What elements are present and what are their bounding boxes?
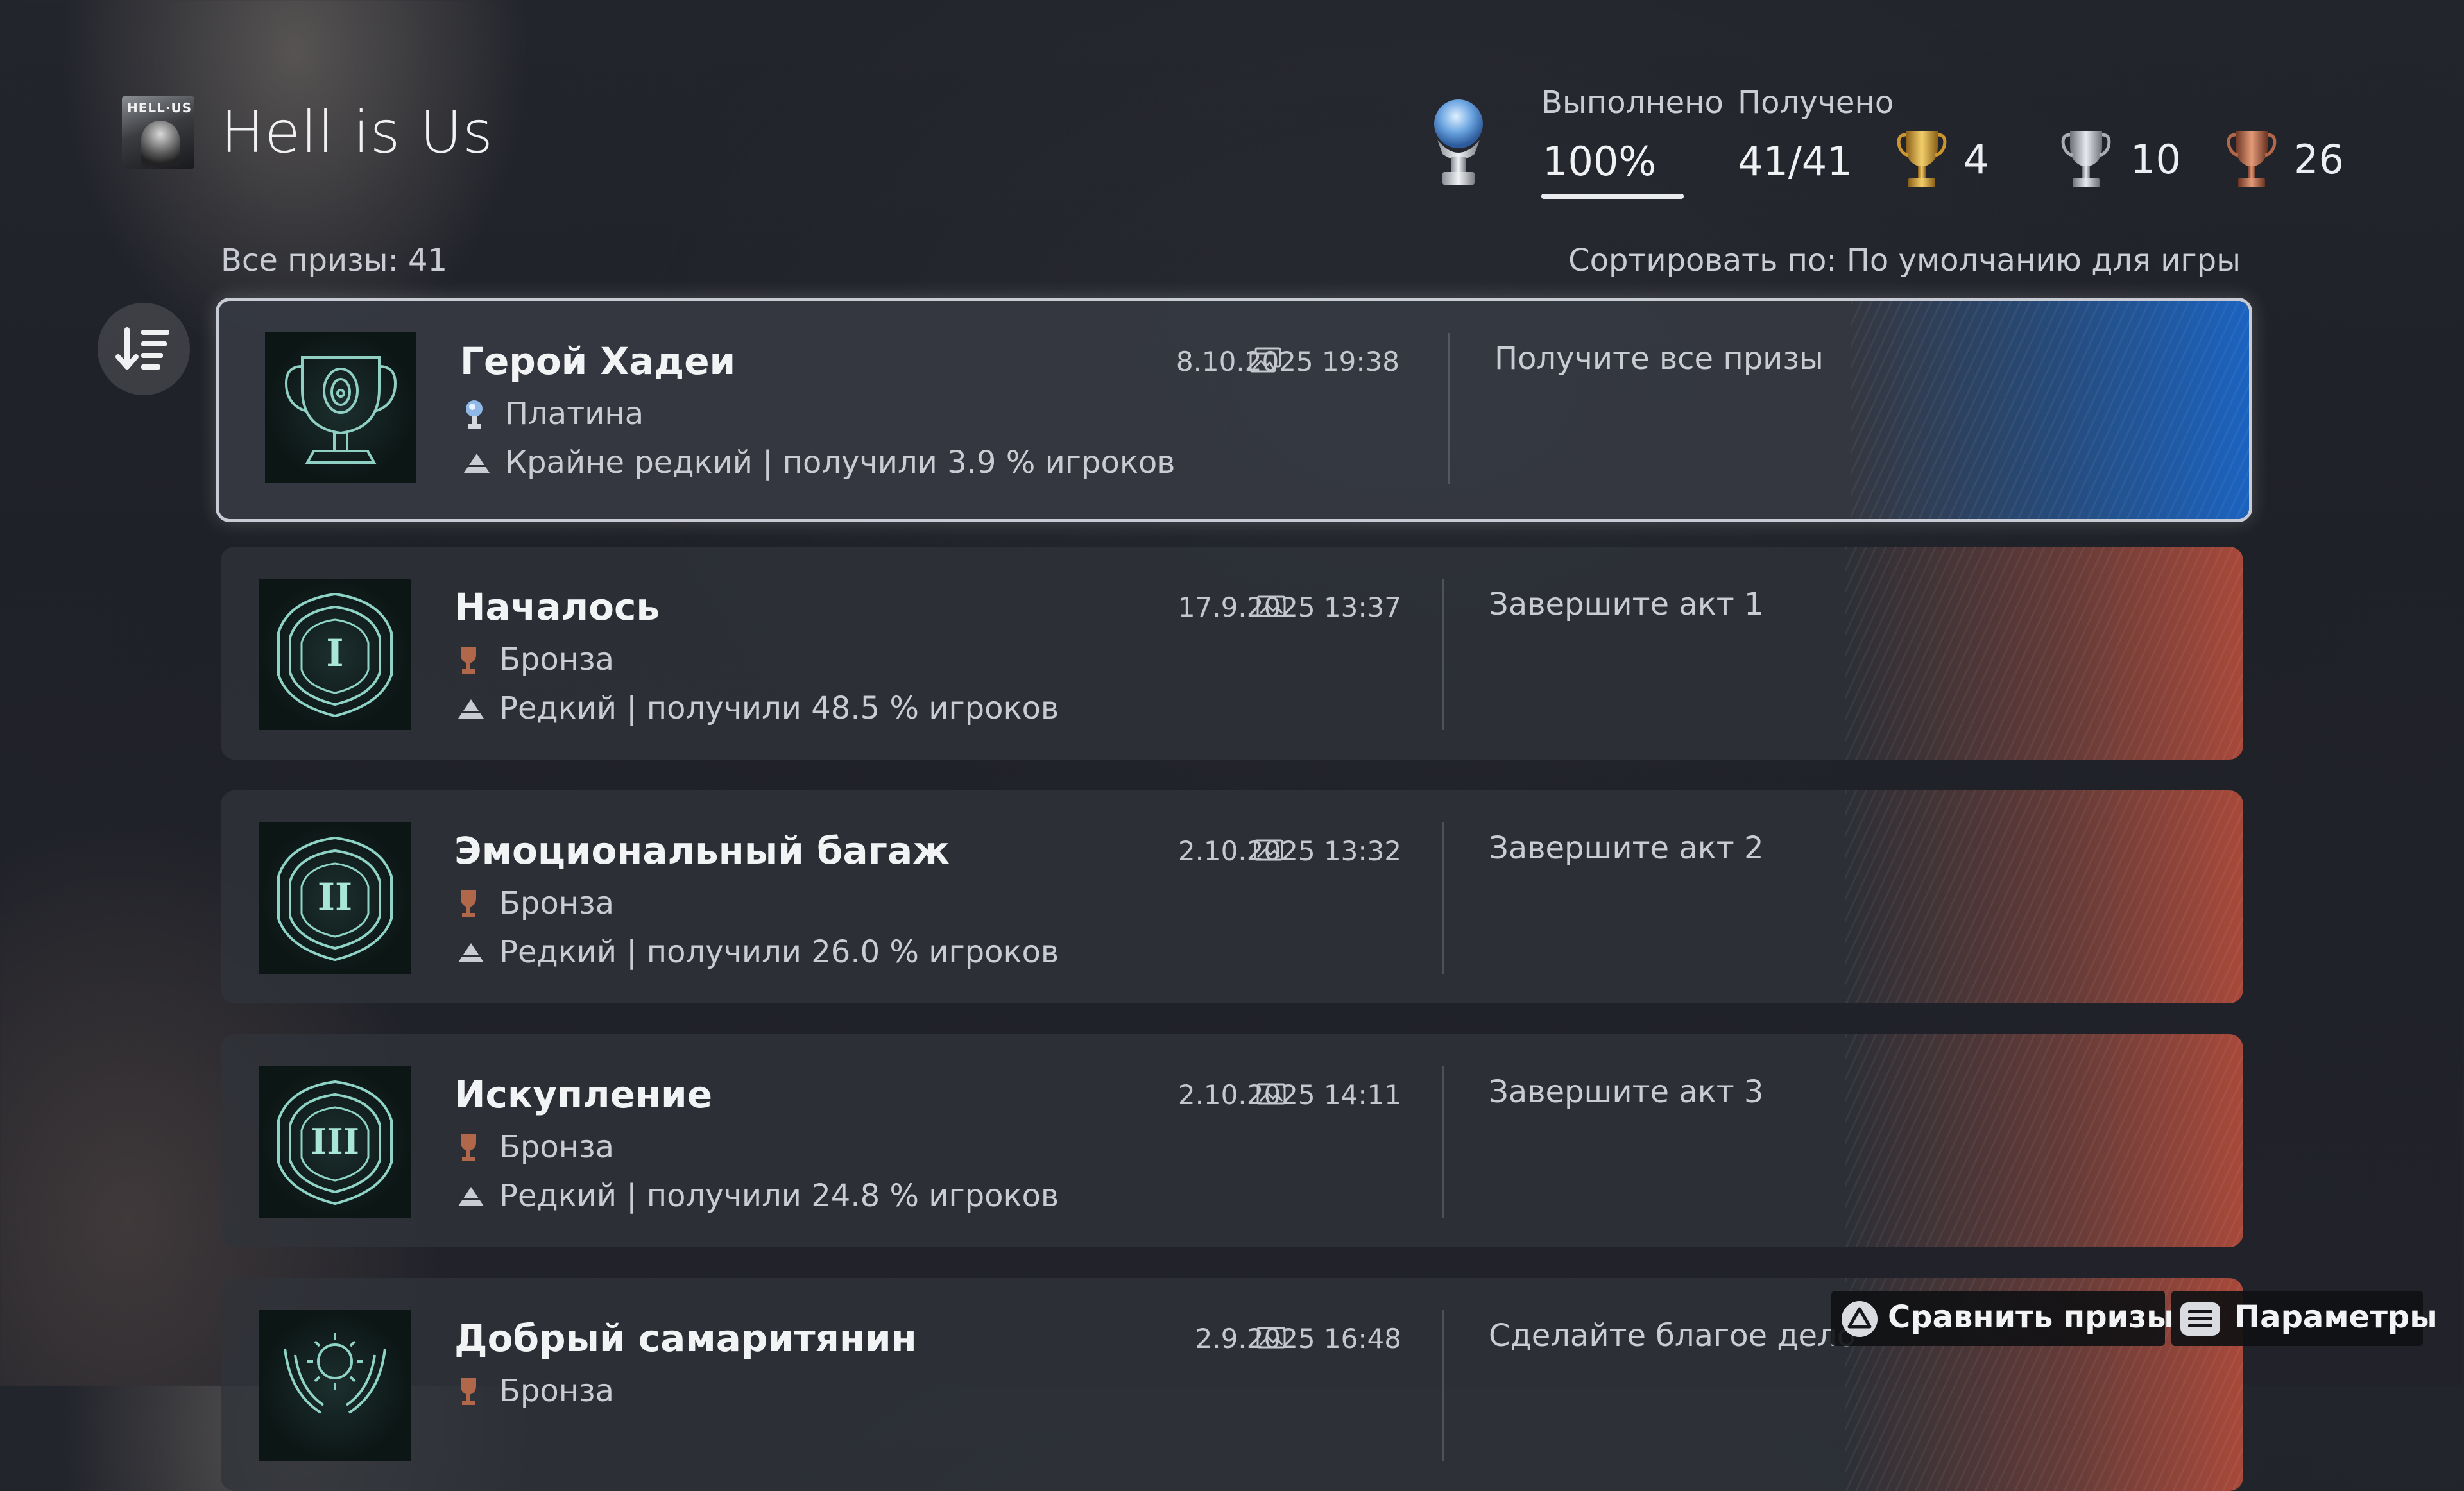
sun-hands-icon	[284, 1333, 386, 1414]
trophy-name: Эмоциональный багаж	[454, 829, 950, 873]
trophy-name: Искупление	[454, 1073, 713, 1116]
trophy-card-redemption[interactable]: III Искупление Бронза Редкий | получили …	[221, 1034, 2243, 1247]
trophy-date: 2.9.2025 16:48	[1195, 1323, 1401, 1354]
trophy-emblem	[259, 1310, 411, 1461]
completion-progress-bar	[1541, 194, 1684, 199]
trophy-emblem: III	[259, 1066, 411, 1218]
silver-count: 10	[2130, 136, 2181, 183]
trophy-emblem	[265, 332, 416, 483]
trophy-date: 2.10.2025 14:11	[1177, 1079, 1401, 1111]
trophy-description: Получите все призы	[1494, 341, 1824, 377]
platinum-trophy-large-icon	[1434, 99, 1483, 185]
card-accent-stripe	[1851, 301, 2249, 519]
all-trophies-count: Все призы: 41	[221, 243, 448, 278]
platinum-trophy-icon	[466, 400, 483, 429]
svg-text:III: III	[311, 1121, 359, 1162]
rarity-icon	[458, 699, 484, 719]
trophy-emblem: II	[259, 822, 411, 974]
trophy-description: Завершите акт 3	[1489, 1074, 1764, 1110]
game-title: Hell is Us	[221, 99, 493, 166]
trophy-cup-icon	[285, 356, 397, 464]
bronze-count: 26	[2293, 136, 2344, 183]
bronze-trophy-icon	[2227, 131, 2277, 187]
trophy-date: 2.10.2025 13:32	[1177, 835, 1401, 867]
act-one-emblem-icon: I	[277, 592, 393, 718]
completed-value: 100%	[1543, 138, 1657, 185]
act-three-emblem-icon: III	[277, 1080, 393, 1206]
trophy-type: Бронза	[499, 885, 615, 921]
trophy-emblem: I	[259, 579, 411, 730]
card-accent-stripe	[1845, 547, 2243, 760]
trophy-card-emotional-baggage[interactable]: II Эмоциональный багаж Бронза Редкий | п…	[221, 790, 2243, 1003]
triangle-button-icon	[1842, 1301, 1878, 1337]
completion-progress-fill	[1541, 194, 1684, 199]
game-thumbnail-logo: HELL·US	[127, 100, 193, 115]
completed-label: Выполнено	[1541, 85, 1724, 121]
trophy-type: Бронза	[499, 642, 615, 677]
rarity-icon	[458, 943, 484, 962]
trophy-type: Бронза	[499, 1373, 615, 1409]
sort-button[interactable]	[98, 303, 190, 395]
rarity-icon	[464, 454, 490, 473]
trophy-type: Бронза	[499, 1129, 615, 1165]
card-divider	[1442, 822, 1444, 974]
silver-trophy-icon	[2061, 131, 2111, 187]
svg-text:I: I	[326, 631, 343, 675]
gold-trophy-icon	[1897, 131, 1947, 187]
game-thumbnail: HELL·US	[122, 96, 194, 169]
card-divider	[1442, 579, 1444, 730]
options-button-icon	[2180, 1302, 2220, 1336]
card-divider	[1442, 1066, 1444, 1218]
bronze-trophy-icon	[461, 647, 476, 674]
card-divider	[1448, 333, 1450, 484]
earned-label: Получено	[1738, 85, 1894, 121]
rarity-icon	[458, 1187, 484, 1206]
trophy-description: Завершите акт 1	[1489, 586, 1764, 622]
earned-value: 41/41	[1738, 138, 1852, 185]
trophy-rarity: Редкий | получили 26.0 % игроков	[499, 934, 1059, 970]
trophy-description: Завершите акт 2	[1489, 830, 1764, 866]
options-label: Параметры	[2234, 1299, 2438, 1335]
trophy-card-it-began[interactable]: I Началось Бронза Редкий | получили 48.5…	[221, 547, 2243, 760]
gold-count: 4	[1964, 136, 1989, 183]
trophy-card-hero-of-hadea[interactable]: Герой Хадеи Платина Крайне редкий | полу…	[216, 298, 2252, 522]
sort-descending-icon	[116, 327, 169, 370]
trophy-rarity: Крайне редкий | получили 3.9 % игроков	[505, 445, 1176, 481]
bronze-trophy-icon	[461, 1378, 476, 1405]
act-two-emblem-icon: II	[277, 836, 393, 962]
trophy-date: 8.10.2025 19:38	[1176, 346, 1399, 377]
compare-trophies-label: Сравнить призы	[1888, 1299, 2175, 1335]
trophy-description: Сделайте благое дело	[1489, 1318, 1856, 1354]
card-accent-stripe	[1845, 790, 2243, 1003]
trophy-name: Добрый самаритянин	[454, 1316, 917, 1360]
trophy-date: 17.9.2025 13:37	[1177, 592, 1401, 623]
game-thumbnail-figure	[141, 121, 180, 166]
bronze-trophy-icon	[461, 1134, 476, 1161]
svg-text:II: II	[318, 875, 352, 919]
trophy-rarity: Редкий | получили 24.8 % игроков	[499, 1178, 1059, 1214]
card-divider	[1442, 1310, 1444, 1461]
card-accent-stripe	[1845, 1034, 2243, 1247]
trophy-name: Герой Хадеи	[460, 339, 736, 383]
bronze-trophy-icon	[461, 890, 476, 917]
trophy-name: Началось	[454, 585, 660, 629]
trophy-type: Платина	[505, 396, 644, 432]
trophy-rarity: Редкий | получили 48.5 % игроков	[499, 690, 1059, 726]
sort-label[interactable]: Сортировать по: По умолчанию для игры	[1568, 243, 2241, 278]
